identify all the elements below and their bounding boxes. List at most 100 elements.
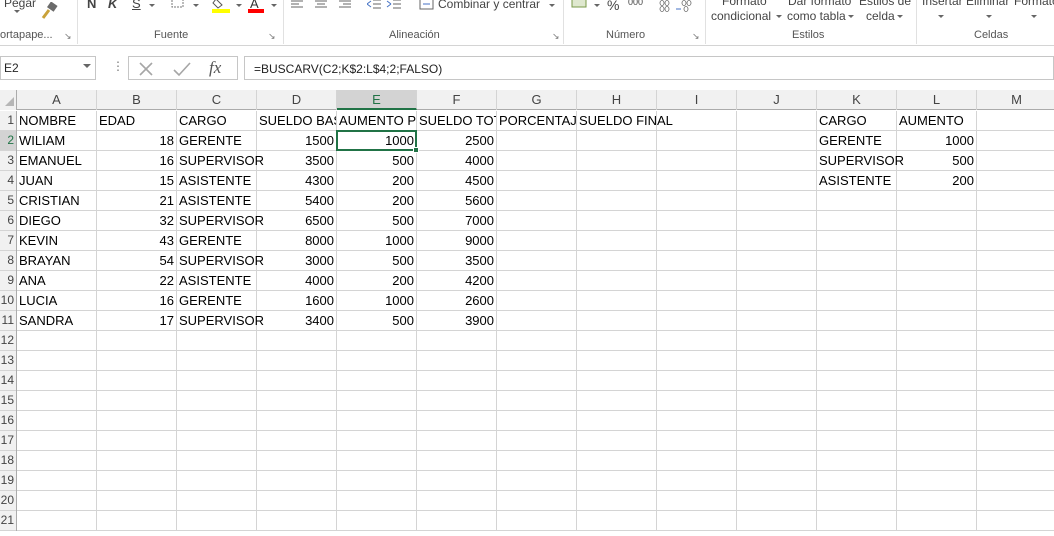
paste-button[interactable]: Pegar xyxy=(4,0,36,10)
cell-f1[interactable]: SUELDO TOTAL xyxy=(417,111,497,131)
cell-g6[interactable] xyxy=(497,211,577,231)
cell-e15[interactable] xyxy=(337,391,417,411)
cell-g2[interactable] xyxy=(497,131,577,151)
column-header-k[interactable]: K xyxy=(817,90,897,110)
column-header-l[interactable]: L xyxy=(897,90,977,110)
cell-f13[interactable] xyxy=(417,351,497,371)
cell-c21[interactable] xyxy=(177,511,257,531)
cell-m10[interactable] xyxy=(977,291,1054,311)
cell-a11[interactable]: SANDRA xyxy=(17,311,97,331)
cell-c20[interactable] xyxy=(177,491,257,511)
cell-f3[interactable]: 4000 xyxy=(417,151,497,171)
cell-d3[interactable]: 3500 xyxy=(257,151,337,171)
cell-f12[interactable] xyxy=(417,331,497,351)
cell-e21[interactable] xyxy=(337,511,417,531)
cell-f6[interactable]: 7000 xyxy=(417,211,497,231)
cell-j13[interactable] xyxy=(737,351,817,371)
cell-l16[interactable] xyxy=(897,411,977,431)
cell-m14[interactable] xyxy=(977,371,1054,391)
cell-h19[interactable] xyxy=(577,471,657,491)
row-header-14[interactable]: 14 xyxy=(0,371,16,391)
cell-b2[interactable]: 18 xyxy=(97,131,177,151)
more-options-icon[interactable]: ⋮ xyxy=(112,59,124,73)
cell-b10[interactable]: 16 xyxy=(97,291,177,311)
cell-l6[interactable] xyxy=(897,211,977,231)
cell-a10[interactable]: LUCIA xyxy=(17,291,97,311)
cell-a4[interactable]: JUAN xyxy=(17,171,97,191)
cell-f11[interactable]: 3900 xyxy=(417,311,497,331)
cell-m2[interactable] xyxy=(977,131,1054,151)
cell-h20[interactable] xyxy=(577,491,657,511)
cell-j10[interactable] xyxy=(737,291,817,311)
cell-h2[interactable] xyxy=(577,131,657,151)
chevron-down-icon[interactable] xyxy=(149,4,155,7)
cell-b21[interactable] xyxy=(97,511,177,531)
cell-k15[interactable] xyxy=(817,391,897,411)
cell-e16[interactable] xyxy=(337,411,417,431)
cell-l12[interactable] xyxy=(897,331,977,351)
cell-e5[interactable]: 200 xyxy=(337,191,417,211)
cell-e18[interactable] xyxy=(337,451,417,471)
cell-c18[interactable] xyxy=(177,451,257,471)
cell-a3[interactable]: EMANUEL xyxy=(17,151,97,171)
row-header-12[interactable]: 12 xyxy=(0,331,16,351)
cell-i3[interactable] xyxy=(657,151,737,171)
cell-e20[interactable] xyxy=(337,491,417,511)
cell-j2[interactable] xyxy=(737,131,817,151)
cell-f18[interactable] xyxy=(417,451,497,471)
cell-f19[interactable] xyxy=(417,471,497,491)
cell-c8[interactable]: SUPERVISOR xyxy=(177,251,264,271)
row-header-6[interactable]: 6 xyxy=(0,211,16,231)
cell-k8[interactable] xyxy=(817,251,897,271)
conditional-format-line1[interactable]: Formato xyxy=(722,0,767,8)
cell-c9[interactable]: ASISTENTE xyxy=(177,271,257,291)
chevron-down-icon[interactable] xyxy=(986,15,992,18)
cell-l17[interactable] xyxy=(897,431,977,451)
cell-f5[interactable]: 5600 xyxy=(417,191,497,211)
chevron-down-icon[interactable] xyxy=(193,4,199,7)
cell-d21[interactable] xyxy=(257,511,337,531)
cell-l1[interactable]: AUMENTO xyxy=(897,111,977,131)
cell-c13[interactable] xyxy=(177,351,257,371)
cell-a15[interactable] xyxy=(17,391,97,411)
cell-a5[interactable]: CRISTIAN xyxy=(17,191,97,211)
cell-k17[interactable] xyxy=(817,431,897,451)
cell-e7[interactable]: 1000 xyxy=(337,231,417,251)
cell-m12[interactable] xyxy=(977,331,1054,351)
cell-j9[interactable] xyxy=(737,271,817,291)
cell-c1[interactable]: CARGO xyxy=(177,111,257,131)
cell-a7[interactable]: KEVIN xyxy=(17,231,97,251)
cell-c14[interactable] xyxy=(177,371,257,391)
cell-e11[interactable]: 500 xyxy=(337,311,417,331)
cell-c6[interactable]: SUPERVISOR xyxy=(177,211,264,231)
cell-b17[interactable] xyxy=(97,431,177,451)
cell-j17[interactable] xyxy=(737,431,817,451)
column-header-d[interactable]: D xyxy=(257,90,337,110)
cell-d1[interactable]: SUELDO BASE xyxy=(257,111,337,131)
cell-l7[interactable] xyxy=(897,231,977,251)
cell-h7[interactable] xyxy=(577,231,657,251)
chevron-down-icon[interactable] xyxy=(14,10,20,13)
column-header-e[interactable]: E xyxy=(337,90,417,110)
cell-h3[interactable] xyxy=(577,151,657,171)
cell-m6[interactable] xyxy=(977,211,1054,231)
formula-input[interactable]: =BUSCARV(C2;K$2:L$4;2;FALSO) xyxy=(244,56,1054,80)
cell-g12[interactable] xyxy=(497,331,577,351)
cell-j7[interactable] xyxy=(737,231,817,251)
cell-c11[interactable]: SUPERVISOR xyxy=(177,311,264,331)
cell-e14[interactable] xyxy=(337,371,417,391)
cell-i11[interactable] xyxy=(657,311,737,331)
cell-d11[interactable]: 3400 xyxy=(257,311,337,331)
merge-center-button[interactable]: Combinar y centrar xyxy=(438,0,540,11)
cell-b11[interactable]: 17 xyxy=(97,311,177,331)
cell-g21[interactable] xyxy=(497,511,577,531)
cell-f9[interactable]: 4200 xyxy=(417,271,497,291)
cell-e6[interactable]: 500 xyxy=(337,211,417,231)
column-header-g[interactable]: G xyxy=(497,90,577,110)
column-header-j[interactable]: J xyxy=(737,90,817,110)
row-header-11[interactable]: 11 xyxy=(0,311,16,331)
cell-c16[interactable] xyxy=(177,411,257,431)
cell-j16[interactable] xyxy=(737,411,817,431)
bold-button[interactable]: N xyxy=(87,0,96,11)
clipboard-launcher-icon[interactable]: ↘ xyxy=(64,31,72,42)
